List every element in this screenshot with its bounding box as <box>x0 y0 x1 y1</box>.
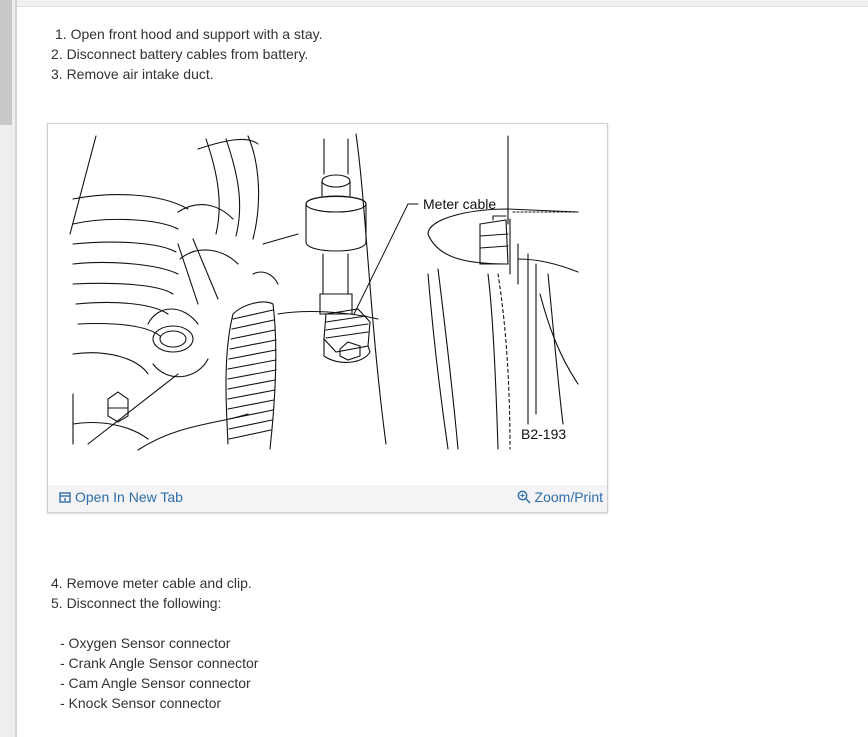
zoom-print-label: Zoom/Print <box>534 489 603 505</box>
figure-toolbar: Open In New Tab Zoom/Print <box>48 485 607 512</box>
connector-item: - Oxygen Sensor connector <box>60 635 231 651</box>
meter-cable-callout: Meter cable <box>423 196 497 212</box>
connector-item: - Knock Sensor connector <box>60 695 222 711</box>
scrollbar-thumb[interactable] <box>0 0 12 125</box>
zoom-print-link[interactable]: Zoom/Print <box>517 489 603 505</box>
connector-item: - Crank Angle Sensor connector <box>60 655 259 671</box>
diagram-figure: Meter cable B2-193 Open In New Tab Zoom/… <box>47 123 608 513</box>
step-item: 5. Disconnect the following: <box>51 595 222 611</box>
step-item: 3. Remove air intake duct. <box>51 66 214 82</box>
connector-list: - Oxygen Sensor connector - Crank Angle … <box>60 633 258 713</box>
step-item: 1. Open front hood and support with a st… <box>55 26 323 42</box>
open-in-new-tab-link[interactable]: Open In New Tab <box>59 489 183 505</box>
new-tab-icon <box>59 492 71 503</box>
zoom-icon <box>517 490 531 504</box>
step-item: 2. Disconnect battery cables from batter… <box>51 46 309 62</box>
figure-code: B2-193 <box>521 426 567 442</box>
step-item: 4. Remove meter cable and clip. <box>51 575 252 591</box>
open-in-new-tab-label: Open In New Tab <box>75 489 183 505</box>
steps-list-bottom: 4. Remove meter cable and clip. 5. Disco… <box>51 573 252 613</box>
left-scrollbar-track[interactable] <box>0 0 17 737</box>
connector-item: - Cam Angle Sensor connector <box>60 675 251 691</box>
steps-list-top: 1. Open front hood and support with a st… <box>51 24 322 84</box>
top-edge <box>17 0 868 7</box>
